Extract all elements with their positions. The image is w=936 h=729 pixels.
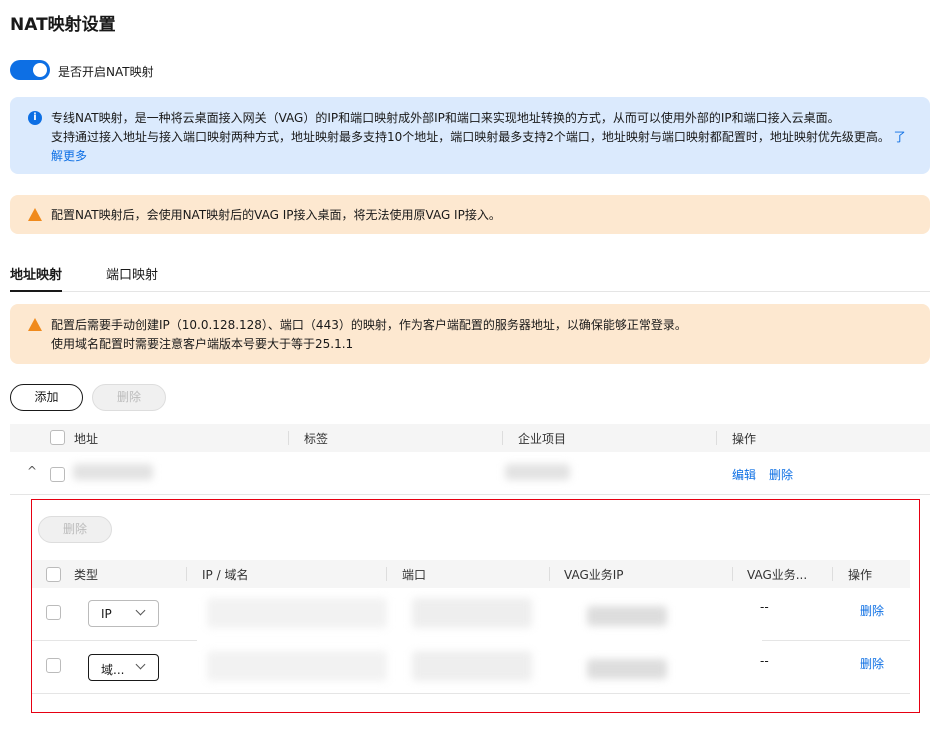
table-row: ^ 编辑 删除 [10,452,930,495]
info-line2: 支持通过接入地址与接入端口映射两种方式，地址映射最多支持10个地址，端口映射最多… [51,130,890,144]
col-sub-actions: 操作 [848,568,873,582]
collapse-chevron-icon[interactable]: ^ [27,464,37,478]
row-checkbox[interactable] [46,605,61,620]
sub-delete-button[interactable]: 删除 [38,516,112,543]
vag2-value: -- [760,600,769,614]
edit-link[interactable]: 编辑 [732,466,756,483]
warning-text: 配置NAT映射后，会使用NAT映射后的VAG IP接入桌面，将无法使用原VAG … [51,208,501,222]
chevron-down-icon [135,605,146,616]
row-checkbox[interactable] [46,658,61,673]
nat-toggle[interactable] [10,60,50,80]
col-type: 类型 [74,568,99,582]
sub-select-all-checkbox[interactable] [46,567,61,582]
chevron-down-icon [135,659,146,670]
info-icon: i [28,111,42,125]
vag2-value: -- [760,654,769,668]
delete-link[interactable]: 删除 [860,602,884,619]
delete-link[interactable]: 删除 [769,466,793,483]
col-project: 企业项目 [518,432,567,446]
col-ip-domain: IP / 域名 [202,568,249,582]
tab-port-mapping[interactable]: 端口映射 [106,264,158,283]
sub-table-row: IP -- 删除 [32,588,910,640]
page-title: NAT映射设置 [10,15,116,35]
type-select[interactable]: 域... [88,654,159,681]
toggle-label: 是否开启NAT映射 [58,65,154,79]
delete-link[interactable]: 删除 [860,655,884,672]
tab-address-mapping[interactable]: 地址映射 [10,264,63,292]
delete-button[interactable]: 删除 [92,384,166,411]
tab-warning-line2: 使用域名配置时需要注意客户端版本号要大于等于25.1.1 [51,337,354,351]
col-port: 端口 [402,568,427,582]
sub-table-row: 域... -- 删除 [32,641,910,693]
row-checkbox[interactable] [50,467,65,482]
col-tag: 标签 [304,432,329,446]
col-actions: 操作 [732,432,757,446]
table-header: 地址 标签 企业项目 操作 [10,424,930,452]
tab-warning-line1: 配置后需要手动创建IP（10.0.128.128）、端口（443）的映射，作为客… [51,318,687,332]
select-all-checkbox[interactable] [50,430,65,445]
warning-banner: 配置NAT映射后，会使用NAT映射后的VAG IP接入桌面，将无法使用原VAG … [10,195,930,234]
col-vag-ip: VAG业务IP [564,568,624,582]
col-address: 地址 [74,432,99,446]
warning-icon [28,208,42,221]
tab-warning-banner: 配置后需要手动创建IP（10.0.128.128）、端口（443）的映射，作为客… [10,304,930,364]
col-vag-2: VAG业务... [747,568,808,582]
tab-bar: 地址映射 端口映射 [10,262,930,292]
warning-icon [28,318,42,331]
info-line1: 专线NAT映射，是一种将云桌面接入网关（VAG）的IP和端口映射成外部IP和端口… [51,111,840,125]
type-select[interactable]: IP [88,600,159,627]
expanded-panel: 删除 类型 IP / 域名 端口 VAG业务IP VAG业务... 操作 IP … [31,499,920,713]
info-banner: i 专线NAT映射，是一种将云桌面接入网关（VAG）的IP和端口映射成外部IP和… [10,97,930,174]
sub-table-header: 类型 IP / 域名 端口 VAG业务IP VAG业务... 操作 [32,560,910,588]
add-button[interactable]: 添加 [10,384,83,411]
